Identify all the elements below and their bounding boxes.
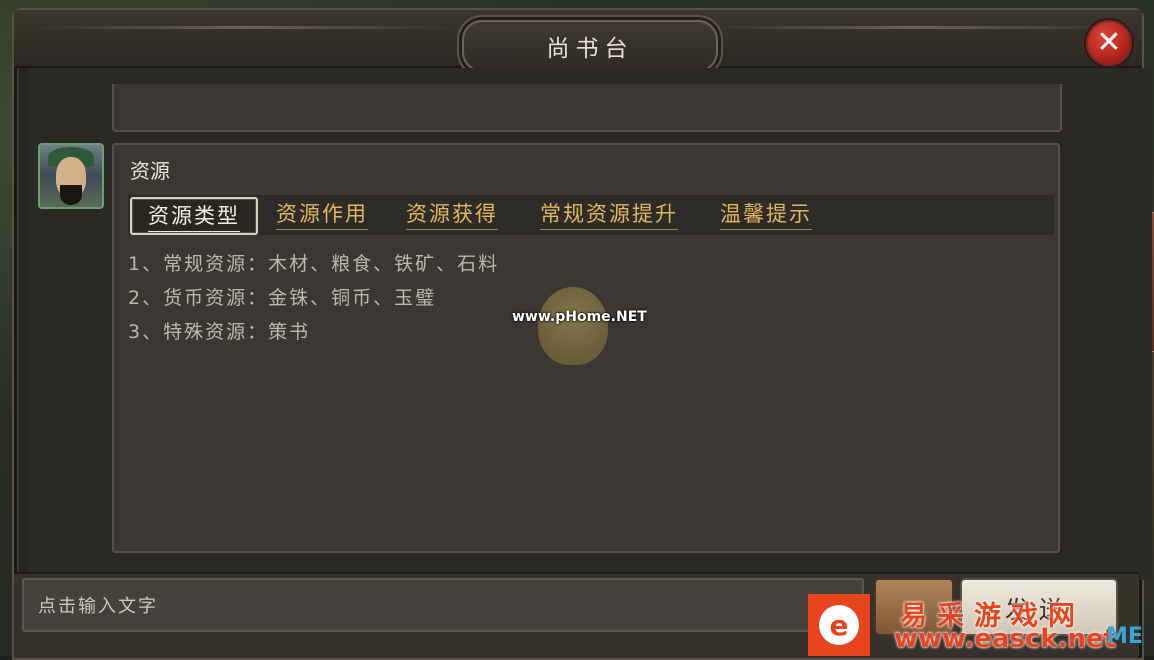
- page-title: 尚书台: [546, 36, 634, 62]
- tab-label: 温馨提示: [720, 198, 812, 230]
- corner-watermark: e 易采游戏网 www.easck.net ME: [808, 594, 1154, 656]
- easck-logo-icon: e: [808, 594, 870, 656]
- tab-resource-use[interactable]: 资源作用: [266, 197, 378, 231]
- tab-strip: 资源类型 资源作用 资源获得 常规资源提升 温馨提示: [128, 195, 1054, 235]
- tab-label: 资源获得: [406, 198, 498, 230]
- chat-input[interactable]: 点击输入文字: [22, 578, 864, 632]
- message-title: 资源: [130, 159, 170, 183]
- title-ornament-left: [34, 26, 454, 29]
- title-ornament-right: [704, 26, 1124, 29]
- resource-line: 1、常规资源：木材、粮食、铁矿、石料: [128, 253, 500, 275]
- tab-resource-upgrade[interactable]: 常规资源提升: [526, 197, 692, 231]
- resource-line: 3、特殊资源：策书: [128, 321, 311, 343]
- close-icon: ✕: [1096, 25, 1122, 60]
- watermark-url: www.easck.net: [894, 624, 1117, 654]
- title-bar: 尚书台: [14, 10, 1142, 72]
- avatar-beard: [60, 185, 82, 205]
- chat-input-placeholder: 点击输入文字: [38, 596, 158, 617]
- tab-label: 资源作用: [276, 198, 368, 230]
- center-watermark-text: www.pHome.NET: [512, 309, 647, 325]
- tab-resource-obtain[interactable]: 资源获得: [396, 197, 508, 231]
- tab-label: 常规资源提升: [540, 198, 678, 230]
- logo-glyph: e: [819, 605, 859, 645]
- close-button[interactable]: ✕: [1086, 20, 1132, 66]
- previous-message-bubble: [112, 84, 1062, 132]
- advisor-avatar[interactable]: [38, 143, 104, 209]
- tab-tips[interactable]: 温馨提示: [710, 197, 822, 231]
- mascot-bird-icon: [538, 287, 608, 365]
- center-watermark: www.pHome.NET: [512, 283, 647, 373]
- watermark-suffix: ME: [1106, 624, 1143, 649]
- tab-label: 资源类型: [148, 200, 240, 232]
- resource-line: 2、货币资源：金铢、铜币、玉璧: [128, 287, 437, 309]
- tab-resource-type[interactable]: 资源类型: [130, 197, 258, 235]
- title-plate: 尚书台: [462, 20, 718, 72]
